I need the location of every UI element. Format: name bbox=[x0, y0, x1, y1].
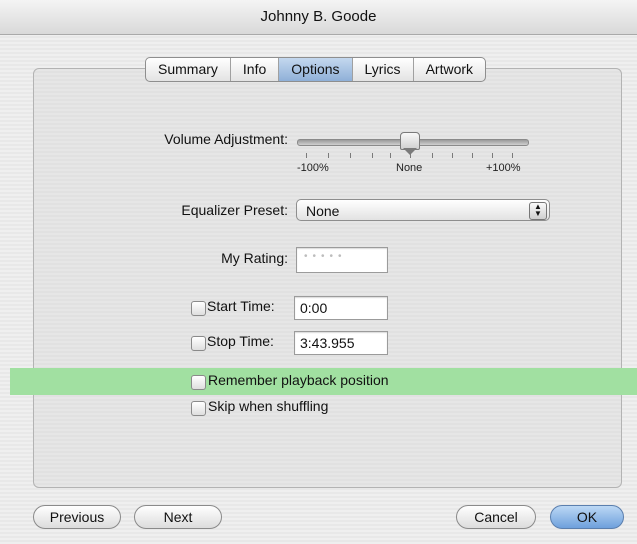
next-button[interactable]: Next bbox=[134, 505, 222, 529]
volume-slider-knob[interactable] bbox=[400, 132, 420, 155]
remember-playback-checkbox[interactable] bbox=[191, 375, 206, 390]
remember-playback-label[interactable]: Remember playback position bbox=[208, 372, 389, 388]
start-time-field[interactable]: 0:00 bbox=[294, 296, 388, 320]
volume-max-label: +100% bbox=[486, 162, 521, 174]
slider-tick bbox=[390, 153, 391, 158]
stop-time-label: Stop Time: bbox=[207, 333, 274, 349]
slider-tick bbox=[432, 153, 433, 158]
tab-summary[interactable]: Summary bbox=[146, 58, 231, 81]
popup-arrows-icon: ▲ ▼ bbox=[529, 202, 547, 220]
skip-shuffling-checkbox[interactable] bbox=[191, 401, 206, 416]
window-title: Johnny B. Goode bbox=[0, 0, 637, 35]
equalizer-label: Equalizer Preset: bbox=[181, 202, 288, 218]
ok-button[interactable]: OK bbox=[550, 505, 624, 529]
previous-button[interactable]: Previous bbox=[33, 505, 121, 529]
slider-tick bbox=[512, 153, 513, 158]
stop-time-field[interactable]: 3:43.955 bbox=[294, 331, 388, 355]
track-info-window: Johnny B. Goode Summary Info Options Lyr… bbox=[0, 0, 637, 544]
slider-tick bbox=[492, 153, 493, 158]
slider-tick bbox=[328, 153, 329, 158]
slider-tick bbox=[452, 153, 453, 158]
skip-shuffling-label[interactable]: Skip when shuffling bbox=[208, 398, 328, 414]
cancel-button[interactable]: Cancel bbox=[456, 505, 536, 529]
slider-tick bbox=[410, 153, 411, 158]
equalizer-preset-value: None bbox=[306, 203, 340, 219]
tab-lyrics[interactable]: Lyrics bbox=[353, 58, 414, 81]
tab-options[interactable]: Options bbox=[279, 58, 353, 81]
tab-info[interactable]: Info bbox=[231, 58, 280, 81]
tab-bar: Summary Info Options Lyrics Artwork bbox=[145, 57, 487, 82]
stop-time-checkbox[interactable] bbox=[191, 336, 206, 351]
slider-tick bbox=[350, 153, 351, 158]
start-time-checkbox[interactable] bbox=[191, 301, 206, 316]
rating-label: My Rating: bbox=[221, 250, 288, 266]
volume-min-label: -100% bbox=[297, 162, 329, 174]
equalizer-preset-popup[interactable]: None ▲ ▼ bbox=[296, 199, 550, 221]
slider-tick bbox=[472, 153, 473, 158]
slider-tick bbox=[306, 153, 307, 158]
start-time-label: Start Time: bbox=[207, 298, 275, 314]
volume-mid-label: None bbox=[396, 162, 423, 174]
volume-label: Volume Adjustment: bbox=[164, 131, 288, 147]
slider-tick bbox=[372, 153, 373, 158]
rating-dots-icon: ••••• bbox=[304, 251, 347, 262]
tab-artwork[interactable]: Artwork bbox=[414, 58, 485, 81]
